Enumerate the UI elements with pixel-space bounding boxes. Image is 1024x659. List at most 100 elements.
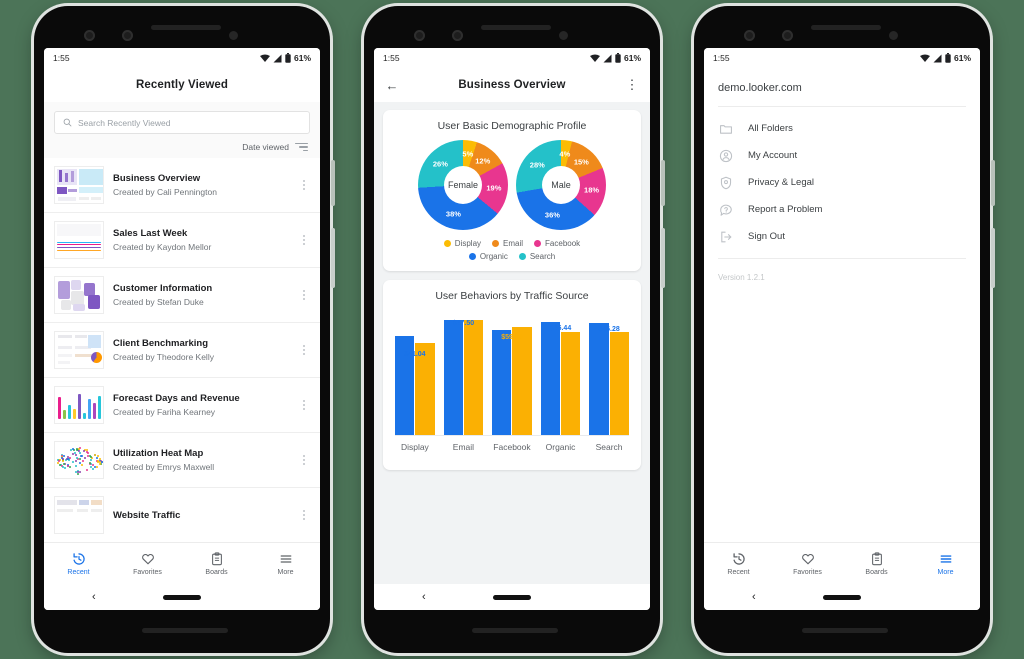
legend-item[interactable]: Organic <box>468 252 508 261</box>
donut-male[interactable]: Male 4% 15% 18% 36% 28% <box>516 140 606 230</box>
legend-item[interactable]: Facebook <box>534 239 580 248</box>
menu-item-my-account[interactable]: My Account <box>704 142 980 169</box>
overflow-menu-icon[interactable] <box>298 509 310 521</box>
bar-group[interactable]: $46.44 <box>540 322 581 435</box>
nav-item-recent[interactable]: Recent <box>704 551 773 576</box>
phone1-screen: 1:55 61% Recently Viewed Search Recently… <box>44 48 320 610</box>
nav-item-boards[interactable]: Boards <box>182 551 251 576</box>
phone-device-3: 1:55 61% demo.looker.com All Folders My … <box>694 6 995 653</box>
nav-label: Recent <box>67 569 90 576</box>
nav-item-favorites[interactable]: Favorites <box>773 551 842 576</box>
overflow-menu-icon[interactable] <box>298 399 310 411</box>
list-item[interactable]: Forecast Days and Revenue Created by Far… <box>44 378 320 433</box>
screenshot-stage: 1:55 61% Recently Viewed Search Recently… <box>0 0 1024 659</box>
recently-viewed-list: Business Overview Created by Cali Pennin… <box>44 158 320 542</box>
power-button[interactable] <box>661 160 665 206</box>
chart-legend: Display Email Facebook Organic Search <box>391 239 633 261</box>
donut-female[interactable]: Female 5% 12% 19% 38% 26% <box>418 140 508 230</box>
system-back-button[interactable]: ‹ <box>752 591 756 603</box>
search-input[interactable]: Search Recently Viewed <box>54 111 310 134</box>
nav-item-favorites[interactable]: Favorites <box>113 551 182 576</box>
bar-group[interactable]: $47.50 <box>443 320 484 435</box>
nav-item-boards[interactable]: Boards <box>842 551 911 576</box>
legend-label: Facebook <box>545 239 581 248</box>
legend-item[interactable]: Search <box>518 252 555 261</box>
volume-button[interactable] <box>331 228 335 288</box>
bar-group[interactable]: $59.96 <box>492 326 532 435</box>
signal-icon <box>273 54 282 62</box>
status-indicators: 61% <box>589 53 641 63</box>
system-gesture-bar: ‹ <box>374 584 650 610</box>
sort-icon <box>295 142 308 152</box>
menu-item-report-problem[interactable]: Report a Problem <box>704 196 980 223</box>
status-time: 1:55 <box>53 53 70 63</box>
bar-series-2 <box>561 331 581 435</box>
chart-card-behaviors: User Behaviors by Traffic Source $41.04 … <box>383 280 641 470</box>
list-item-title: Website Traffic <box>113 509 181 521</box>
volume-button[interactable] <box>991 228 995 288</box>
proximity-sensor-icon <box>229 31 238 40</box>
legend-swatch <box>492 240 500 247</box>
overflow-menu-icon[interactable] <box>298 289 310 301</box>
home-pill[interactable] <box>493 594 531 600</box>
list-item[interactable]: Sales Last Week Created by Kaydon Mellor <box>44 213 320 268</box>
home-pill[interactable] <box>163 594 201 600</box>
phone3-screen: 1:55 61% demo.looker.com All Folders My … <box>704 48 980 610</box>
bar-group[interactable]: $46.28 <box>589 322 629 435</box>
legend-item[interactable]: Display <box>443 239 481 248</box>
bar-data-label: $46.44 <box>549 324 572 332</box>
nav-item-more[interactable]: More <box>911 551 980 576</box>
kebab-icon[interactable]: ⋮ <box>624 77 640 93</box>
menu-item-sign-out[interactable]: Sign Out <box>704 223 980 250</box>
phone-device-1: 1:55 61% Recently Viewed Search Recently… <box>34 6 335 653</box>
volume-button[interactable] <box>661 228 665 288</box>
bottom-speaker <box>142 628 228 633</box>
list-item[interactable]: Business Overview Created by Cali Pennin… <box>44 158 320 213</box>
battery-percent: 61% <box>293 53 311 63</box>
overflow-menu-icon[interactable] <box>298 234 310 246</box>
menu-item-all-folders[interactable]: All Folders <box>704 115 980 142</box>
nav-label: Favorites <box>793 569 822 576</box>
front-sensor-icon <box>122 30 133 41</box>
system-back-button[interactable]: ‹ <box>422 591 426 603</box>
status-time: 1:55 <box>713 53 730 63</box>
status-bar: 1:55 61% <box>374 48 650 68</box>
bar-series-1 <box>492 329 512 435</box>
logout-icon <box>718 229 734 245</box>
power-button[interactable] <box>991 160 995 206</box>
heart-icon <box>800 551 816 567</box>
battery-icon <box>615 53 621 63</box>
nav-item-recent[interactable]: Recent <box>44 551 113 576</box>
list-item-title: Sales Last Week <box>113 227 188 239</box>
list-item[interactable]: Client Benchmarking Created by Theodore … <box>44 323 320 378</box>
menu-item-privacy-legal[interactable]: Privacy & Legal <box>704 169 980 196</box>
wifi-icon <box>589 54 600 62</box>
overflow-menu-icon[interactable] <box>298 344 310 356</box>
thumbnail-sales-last-week <box>54 221 104 259</box>
power-button[interactable] <box>331 160 335 206</box>
bar-series-2 <box>463 320 484 435</box>
sort-control[interactable]: Date viewed <box>44 134 320 158</box>
legend-item[interactable]: Email <box>492 239 523 248</box>
home-pill[interactable] <box>823 594 861 600</box>
front-camera-icon <box>744 30 755 41</box>
overflow-menu-icon[interactable] <box>298 454 310 466</box>
back-arrow-icon[interactable]: ← <box>384 77 400 93</box>
list-item[interactable]: Utilization Heat Map Created by Emrys Ma… <box>44 433 320 488</box>
battery-percent: 61% <box>623 53 641 63</box>
bar-data-label: $46.28 <box>598 325 620 333</box>
earpiece-speaker <box>481 25 551 30</box>
list-item[interactable]: Website Traffic <box>44 488 320 542</box>
overflow-menu-icon[interactable] <box>298 179 310 191</box>
nav-label: Boards <box>865 569 888 576</box>
nav-item-more[interactable]: More <box>251 551 320 576</box>
signal-icon <box>933 54 942 62</box>
list-item-subtitle: Created by Theodore Kelly <box>113 351 214 362</box>
battery-percent: 61% <box>953 53 971 63</box>
list-item[interactable]: Customer Information Created by Stefan D… <box>44 268 320 323</box>
bottom-speaker <box>802 628 888 633</box>
chart-title: User Basic Demographic Profile <box>437 120 587 132</box>
system-back-button[interactable]: ‹ <box>92 591 96 603</box>
status-indicators: 61% <box>919 53 971 63</box>
bar-group[interactable]: $41.04 <box>395 335 435 435</box>
